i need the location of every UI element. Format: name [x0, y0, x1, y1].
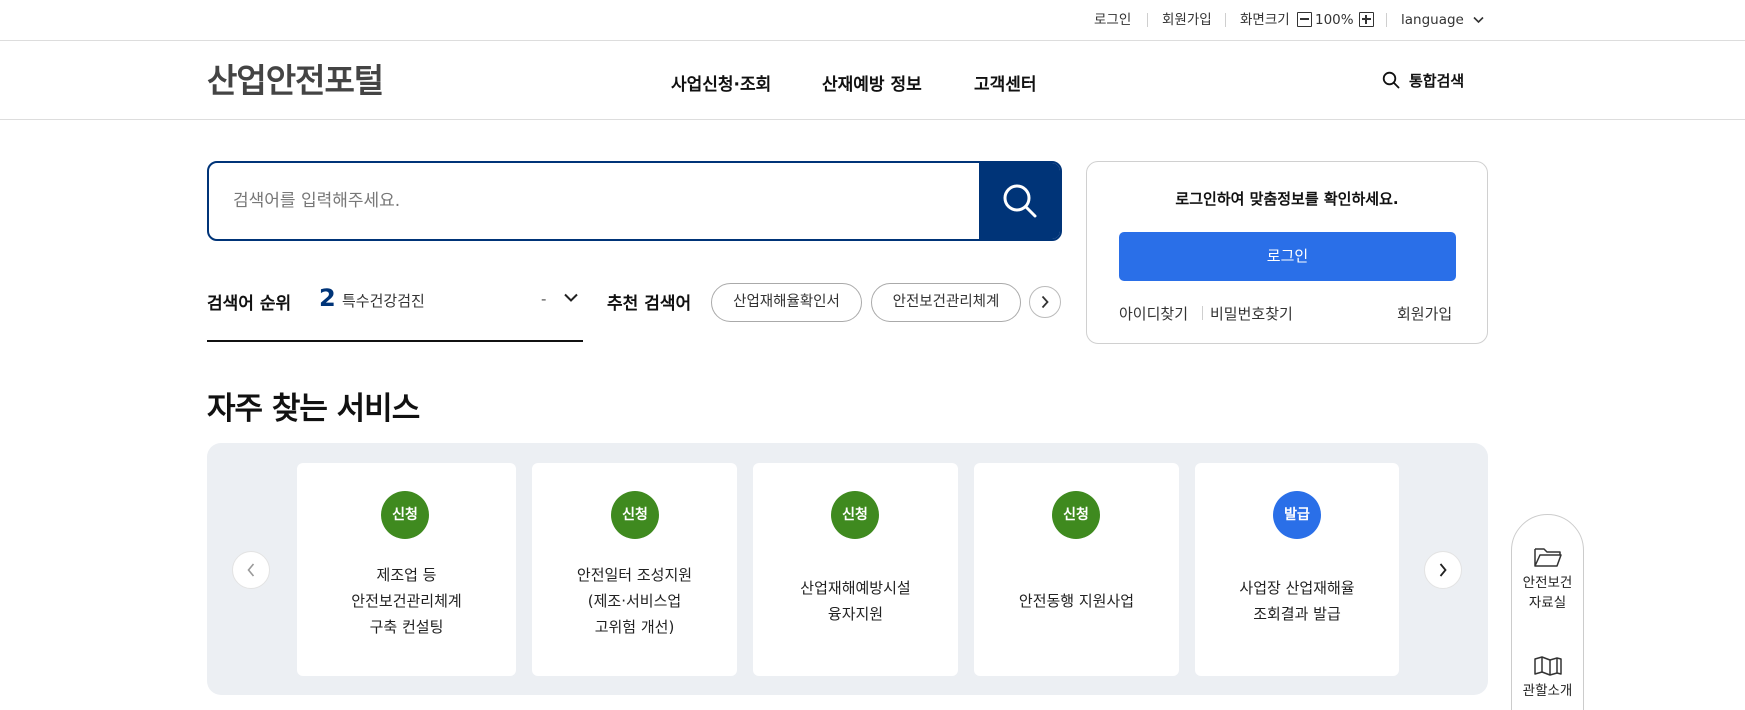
recommended-keywords-label: 추천 검색어 [607, 294, 692, 314]
chevron-down-icon[interactable] [563, 292, 579, 304]
chevron-down-icon[interactable] [1473, 16, 1484, 24]
search-button[interactable] [979, 163, 1060, 239]
quick-item-safety-library[interactable]: 안전보건 자료실 [1512, 545, 1583, 613]
login-button[interactable]: 로그인 [1119, 232, 1456, 281]
quick-item-jurisdiction[interactable]: 관할소개 [1512, 655, 1583, 701]
integrated-search-link[interactable]: 통합검색 [1409, 70, 1464, 91]
ranking-underline [207, 340, 583, 342]
status-badge: 신청 [1052, 491, 1100, 539]
map-icon [1533, 656, 1562, 676]
zoom-value: 100% [1315, 12, 1354, 28]
search-icon [1003, 184, 1036, 218]
recommended-keyword-chip[interactable]: 안전보건관리체계 [871, 283, 1021, 322]
nav-item-business[interactable]: 사업신청·조회 [671, 70, 771, 95]
signup-link[interactable]: 회원가입 [1397, 303, 1452, 324]
site-logo[interactable]: 산업안전포털 [207, 54, 384, 102]
status-badge: 신청 [831, 491, 879, 539]
login-link-divider [1202, 306, 1203, 320]
service-card[interactable]: 신청 안전일터 조성지원 (제조·서비스업 고위험 개선) [532, 463, 737, 676]
find-id-link[interactable]: 아이디찾기 [1119, 303, 1188, 324]
main-search-box [207, 161, 1062, 241]
service-card-title: 제조업 등 안전보건관리체계 구축 컨설팅 [351, 566, 462, 636]
zoom-label: 화면크기 [1240, 12, 1290, 28]
site-header: 산업안전포털 사업신청·조회 산재예방 정보 고객센터 통합검색 [0, 41, 1745, 120]
zoom-in-button[interactable] [1359, 12, 1374, 27]
util-login-link[interactable]: 로그인 [1094, 10, 1131, 30]
utility-bar: 로그인 회원가입 화면크기 100% language [0, 0, 1745, 41]
service-card-title: 사업장 산업재해율 조회결과 발급 [1239, 579, 1355, 623]
nav-item-prevention-info[interactable]: 산재예방 정보 [822, 70, 922, 95]
ranking-term[interactable]: 특수건강검진 [342, 290, 425, 311]
find-password-link[interactable]: 비밀번호찾기 [1210, 303, 1293, 324]
util-divider [1386, 13, 1387, 27]
service-card-title: 산업재해예방시설 융자지원 [800, 579, 911, 623]
search-input[interactable] [209, 163, 981, 239]
status-badge: 발급 [1273, 491, 1321, 539]
language-select[interactable]: language [1401, 10, 1464, 30]
chips-next-button[interactable] [1029, 286, 1061, 318]
carousel-prev-button[interactable] [232, 551, 270, 589]
util-divider [1147, 13, 1148, 27]
recommended-keyword-chip[interactable]: 산업재해율확인서 [711, 283, 862, 322]
search-ranking-label: 검색어 순위 [207, 294, 292, 314]
ranking-change: - [541, 290, 547, 308]
service-card-title: 안전동행 지원사업 [1018, 592, 1135, 610]
util-divider [1225, 13, 1226, 27]
status-badge: 신청 [611, 491, 659, 539]
util-signup-link[interactable]: 회원가입 [1162, 10, 1212, 30]
nav-item-customer-center[interactable]: 고객센터 [974, 70, 1037, 95]
chevron-left-icon [247, 563, 255, 577]
service-card[interactable]: 신청 안전동행 지원사업 [974, 463, 1179, 676]
chevron-right-icon [1439, 563, 1447, 577]
ranking-number: 2 [319, 284, 336, 312]
search-icon[interactable] [1382, 71, 1400, 89]
carousel-next-button[interactable] [1424, 551, 1462, 589]
chevron-right-icon [1041, 295, 1049, 309]
folder-icon [1533, 548, 1562, 567]
section-title: 자주 찾는 서비스 [207, 391, 420, 427]
login-card: 로그인하여 맞춤정보를 확인하세요. 로그인 아이디찾기 비밀번호찾기 회원가입 [1086, 161, 1488, 344]
service-card[interactable]: 신청 제조업 등 안전보건관리체계 구축 컨설팅 [297, 463, 516, 676]
service-card[interactable]: 발급 사업장 산업재해율 조회결과 발급 [1195, 463, 1399, 676]
login-message: 로그인하여 맞춤정보를 확인하세요. [1175, 190, 1399, 208]
status-badge: 신청 [381, 491, 429, 539]
service-card[interactable]: 신청 산업재해예방시설 융자지원 [753, 463, 958, 676]
service-card-title: 안전일터 조성지원 (제조·서비스업 고위험 개선) [576, 566, 693, 636]
zoom-out-button[interactable] [1297, 12, 1312, 27]
quick-menu: 안전보건 자료실 관할소개 [1511, 514, 1584, 710]
